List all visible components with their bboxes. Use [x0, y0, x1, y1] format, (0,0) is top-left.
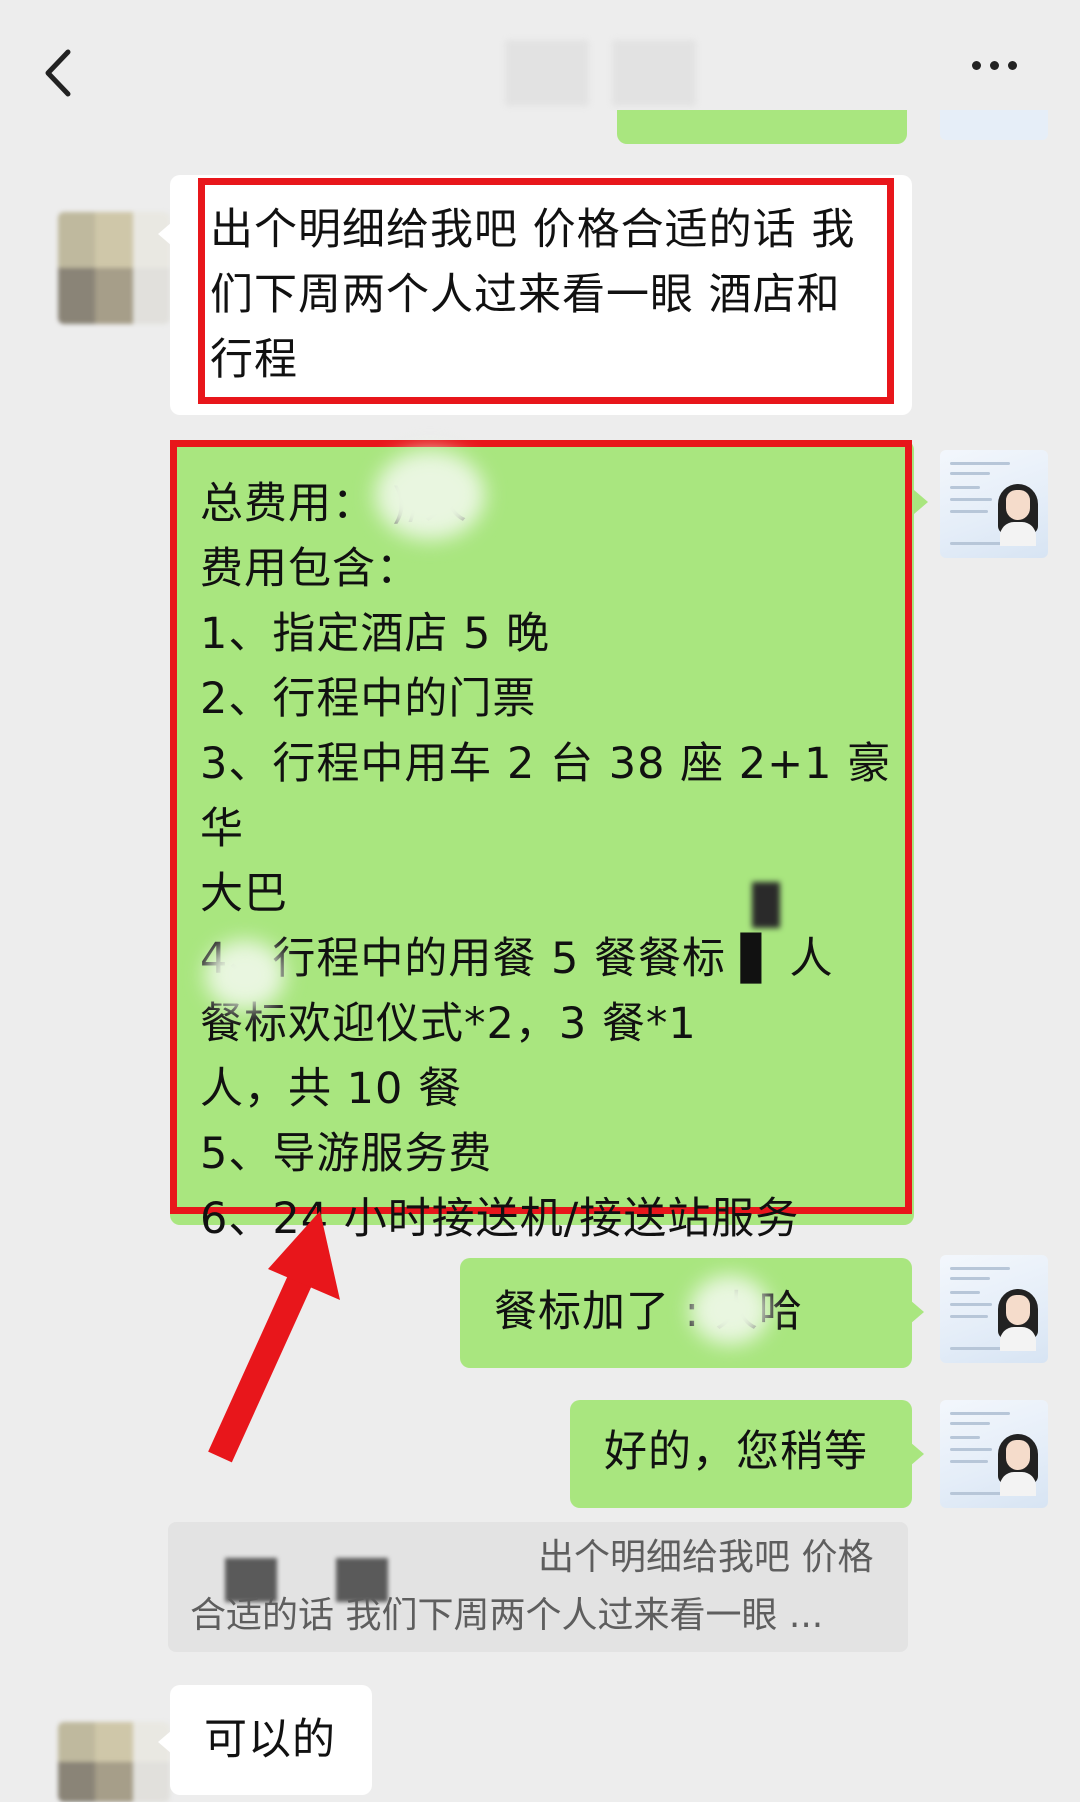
fee-line: 5、导游服务费 — [200, 1129, 493, 1179]
avatar[interactable] — [58, 1722, 170, 1802]
message-text: 好的，您稍等 — [604, 1427, 868, 1477]
fee-line: 人，共 10 餐 — [200, 1064, 463, 1114]
fee-line: 总费用： )/人 — [200, 479, 468, 529]
fee-line: 3、行程中用车 2 台 38 座 2+1 豪华 — [200, 739, 892, 854]
avatar[interactable] — [940, 450, 1048, 558]
redaction-blur — [375, 450, 485, 540]
bubble-tail — [914, 490, 928, 514]
fee-line: 费用包含： — [200, 544, 420, 594]
message-text: 可以的 — [204, 1715, 336, 1765]
red-arrow-icon — [208, 1211, 340, 1463]
previous-message-bubble[interactable] — [617, 110, 907, 144]
avatar[interactable] — [940, 1400, 1048, 1508]
quote-text-line: 合适的话 我们下周两个人过来看一眼 ... — [190, 1595, 824, 1636]
avatar[interactable] — [940, 110, 1048, 140]
avatar[interactable] — [940, 1255, 1048, 1363]
chat-title-redacted — [505, 40, 589, 106]
redaction-blur — [752, 882, 780, 928]
fee-line: 2、行程中的门票 — [200, 674, 537, 724]
chevron-left-icon[interactable] — [38, 48, 82, 98]
quote-text-line: 出个明细给我吧 价格 — [538, 1537, 874, 1578]
avatar[interactable] — [58, 212, 170, 324]
ellipsis-icon[interactable] — [972, 55, 1032, 75]
bubble-tail — [910, 1300, 924, 1324]
redaction-blur — [205, 940, 285, 1010]
fee-line: 4、行程中的用餐 5 餐餐标 ▋ 人 — [200, 934, 834, 984]
bubble-tail — [910, 1442, 924, 1466]
fee-line: 餐标欢迎仪式*2，3 餐*1 — [200, 999, 697, 1049]
redaction-blur — [690, 1275, 770, 1345]
fee-line: 1、指定酒店 5 晚 — [200, 609, 551, 659]
chat-title-redacted — [612, 40, 696, 106]
message-text: 出个明细给我吧 价格合适的话 我 们下周两个人过来看一眼 酒店和 行程 — [210, 205, 856, 385]
fee-detail-text: 总费用： )/人 费用包含： 1、指定酒店 5 晚 2、行程中的门票 3、行程中… — [200, 472, 900, 1252]
fee-line: 大巴 — [200, 869, 288, 919]
